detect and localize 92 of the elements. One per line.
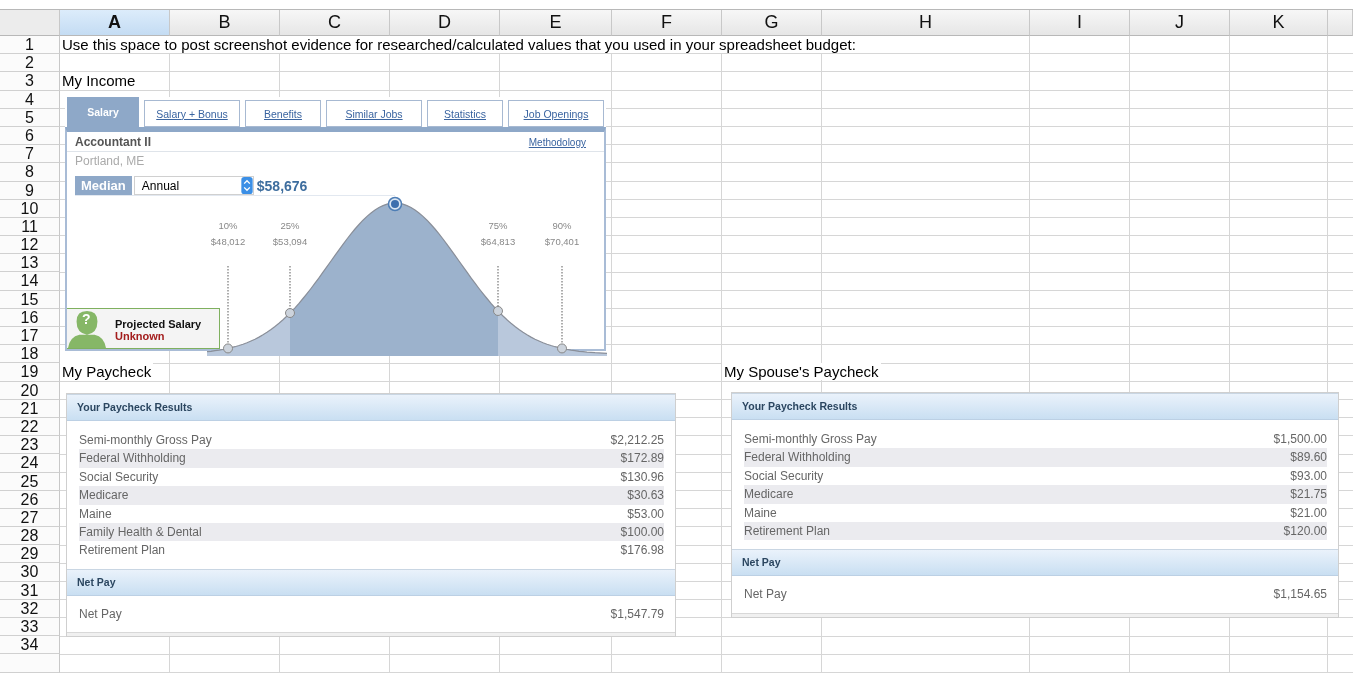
row-header[interactable]: 23 bbox=[0, 436, 60, 455]
column-header[interactable]: F bbox=[612, 10, 722, 36]
column-header[interactable]: H bbox=[822, 10, 1030, 36]
percentile-amount: $53,094 bbox=[272, 236, 308, 247]
line-amount: $172.89 bbox=[620, 450, 664, 468]
line-label: Net Pay bbox=[744, 586, 787, 604]
median-label: Median bbox=[75, 176, 132, 195]
column-header[interactable]: J bbox=[1130, 10, 1230, 36]
methodology-link[interactable]: Methodology bbox=[528, 136, 586, 148]
question-mark: ? bbox=[82, 311, 91, 327]
row-header[interactable]: 2 bbox=[0, 54, 60, 73]
line-label: Semi-monthly Gross Pay bbox=[744, 431, 877, 448]
line-label: Medicare bbox=[79, 487, 129, 505]
line-label: Retirement Plan bbox=[744, 522, 831, 540]
row-header[interactable]: 14 bbox=[0, 272, 60, 291]
percentile-amount: $48,012 bbox=[210, 236, 246, 247]
line-amount: $120.00 bbox=[1283, 522, 1327, 540]
tab[interactable]: Benefits bbox=[245, 100, 321, 127]
column-header[interactable]: K bbox=[1230, 10, 1328, 36]
row-header[interactable]: 17 bbox=[0, 327, 60, 346]
line-amount: $53.00 bbox=[627, 505, 664, 523]
section-header: Your Paycheck Results bbox=[67, 394, 675, 421]
section-header: Net Pay bbox=[67, 568, 675, 596]
column-header[interactable]: I bbox=[1030, 10, 1130, 36]
line-amount: $21.00 bbox=[1290, 504, 1327, 522]
row-header[interactable]: 19 bbox=[0, 363, 60, 382]
row-header[interactable]: 7 bbox=[0, 145, 60, 164]
cell-text: My Paycheck bbox=[60, 363, 154, 381]
percentile-label: 90% bbox=[552, 220, 572, 231]
line-label: Retirement Plan bbox=[79, 542, 166, 560]
cell-text: My Spouse's Paycheck bbox=[722, 363, 881, 381]
row-header[interactable]: 24 bbox=[0, 454, 60, 473]
row-header[interactable]: 8 bbox=[0, 163, 60, 182]
line-amount: $100.00 bbox=[620, 523, 664, 541]
line-amount: $130.96 bbox=[620, 468, 664, 486]
percentile-amount: $70,401 bbox=[544, 236, 580, 247]
row-header[interactable]: 3 bbox=[0, 72, 60, 91]
line-label: Semi-monthly Gross Pay bbox=[79, 432, 212, 449]
tab[interactable]: Job Openings bbox=[508, 100, 604, 127]
line-label: Federal Withholding bbox=[79, 450, 186, 468]
column-header[interactable] bbox=[1328, 10, 1353, 36]
percentile-label: 75% bbox=[488, 220, 508, 231]
median-salary: $58,676 bbox=[256, 177, 308, 194]
job-title: Accountant II bbox=[75, 135, 151, 149]
percentile-label: 25% bbox=[280, 220, 300, 231]
projected-status: Unknown bbox=[115, 330, 166, 342]
line-amount: $2,212.25 bbox=[610, 432, 664, 449]
column-header[interactable]: D bbox=[390, 10, 500, 36]
row-header[interactable]: 18 bbox=[0, 345, 60, 364]
line-amount: $21.75 bbox=[1290, 486, 1327, 504]
line-label: Medicare bbox=[744, 486, 794, 504]
line-amount: $1,154.65 bbox=[1273, 586, 1327, 604]
column-header[interactable]: C bbox=[280, 10, 390, 36]
section-header: Net Pay bbox=[732, 549, 1338, 577]
line-amount: $1,547.79 bbox=[610, 605, 664, 623]
row-header[interactable]: 34 bbox=[0, 636, 60, 655]
location-text: Portland, ME bbox=[74, 153, 146, 170]
column-header[interactable]: B bbox=[170, 10, 280, 36]
line-label: Maine bbox=[79, 505, 112, 523]
line-amount: $1,500.00 bbox=[1273, 431, 1327, 448]
row-header[interactable]: 29 bbox=[0, 545, 60, 564]
tab[interactable]: Statistics bbox=[427, 100, 503, 127]
percentile-amount: $64,813 bbox=[480, 236, 516, 247]
cell-text: Use this space to post screenshot evidence for researched/calculated values that you used in your spreadsheet budget: bbox=[60, 36, 858, 53]
line-label: Net Pay bbox=[79, 605, 122, 623]
line-label: Family Health & Dental bbox=[79, 523, 202, 541]
line-amount: $176.98 bbox=[620, 542, 664, 560]
sheet-corner[interactable] bbox=[0, 10, 60, 36]
tab[interactable]: Salary + Bonus bbox=[144, 100, 240, 127]
line-label: Social Security bbox=[79, 468, 159, 486]
row-header[interactable]: 12 bbox=[0, 236, 60, 255]
row-header[interactable]: 33 bbox=[0, 618, 60, 637]
line-label: Social Security bbox=[744, 467, 824, 485]
column-header[interactable]: A bbox=[60, 10, 170, 36]
column-header[interactable]: G bbox=[722, 10, 822, 36]
line-label: Federal Withholding bbox=[744, 449, 851, 467]
period-select[interactable]: Annual bbox=[133, 176, 254, 195]
line-label: Maine bbox=[744, 504, 777, 522]
line-amount: $30.63 bbox=[627, 487, 664, 505]
column-header[interactable]: E bbox=[500, 10, 612, 36]
row-header[interactable]: 13 bbox=[0, 254, 60, 273]
row-header[interactable]: 30 bbox=[0, 563, 60, 582]
section-header: Your Paycheck Results bbox=[732, 393, 1338, 420]
row-header[interactable] bbox=[0, 654, 60, 673]
percentile-label: 10% bbox=[218, 220, 238, 231]
projected-label: Projected Salary bbox=[115, 318, 202, 330]
tab[interactable]: Similar Jobs bbox=[326, 100, 422, 127]
line-amount: $89.60 bbox=[1290, 449, 1327, 467]
row-header[interactable]: 28 bbox=[0, 527, 60, 546]
row-header[interactable]: 1 bbox=[0, 36, 60, 55]
line-amount: $93.00 bbox=[1290, 467, 1327, 485]
stepper-icon bbox=[240, 177, 253, 194]
